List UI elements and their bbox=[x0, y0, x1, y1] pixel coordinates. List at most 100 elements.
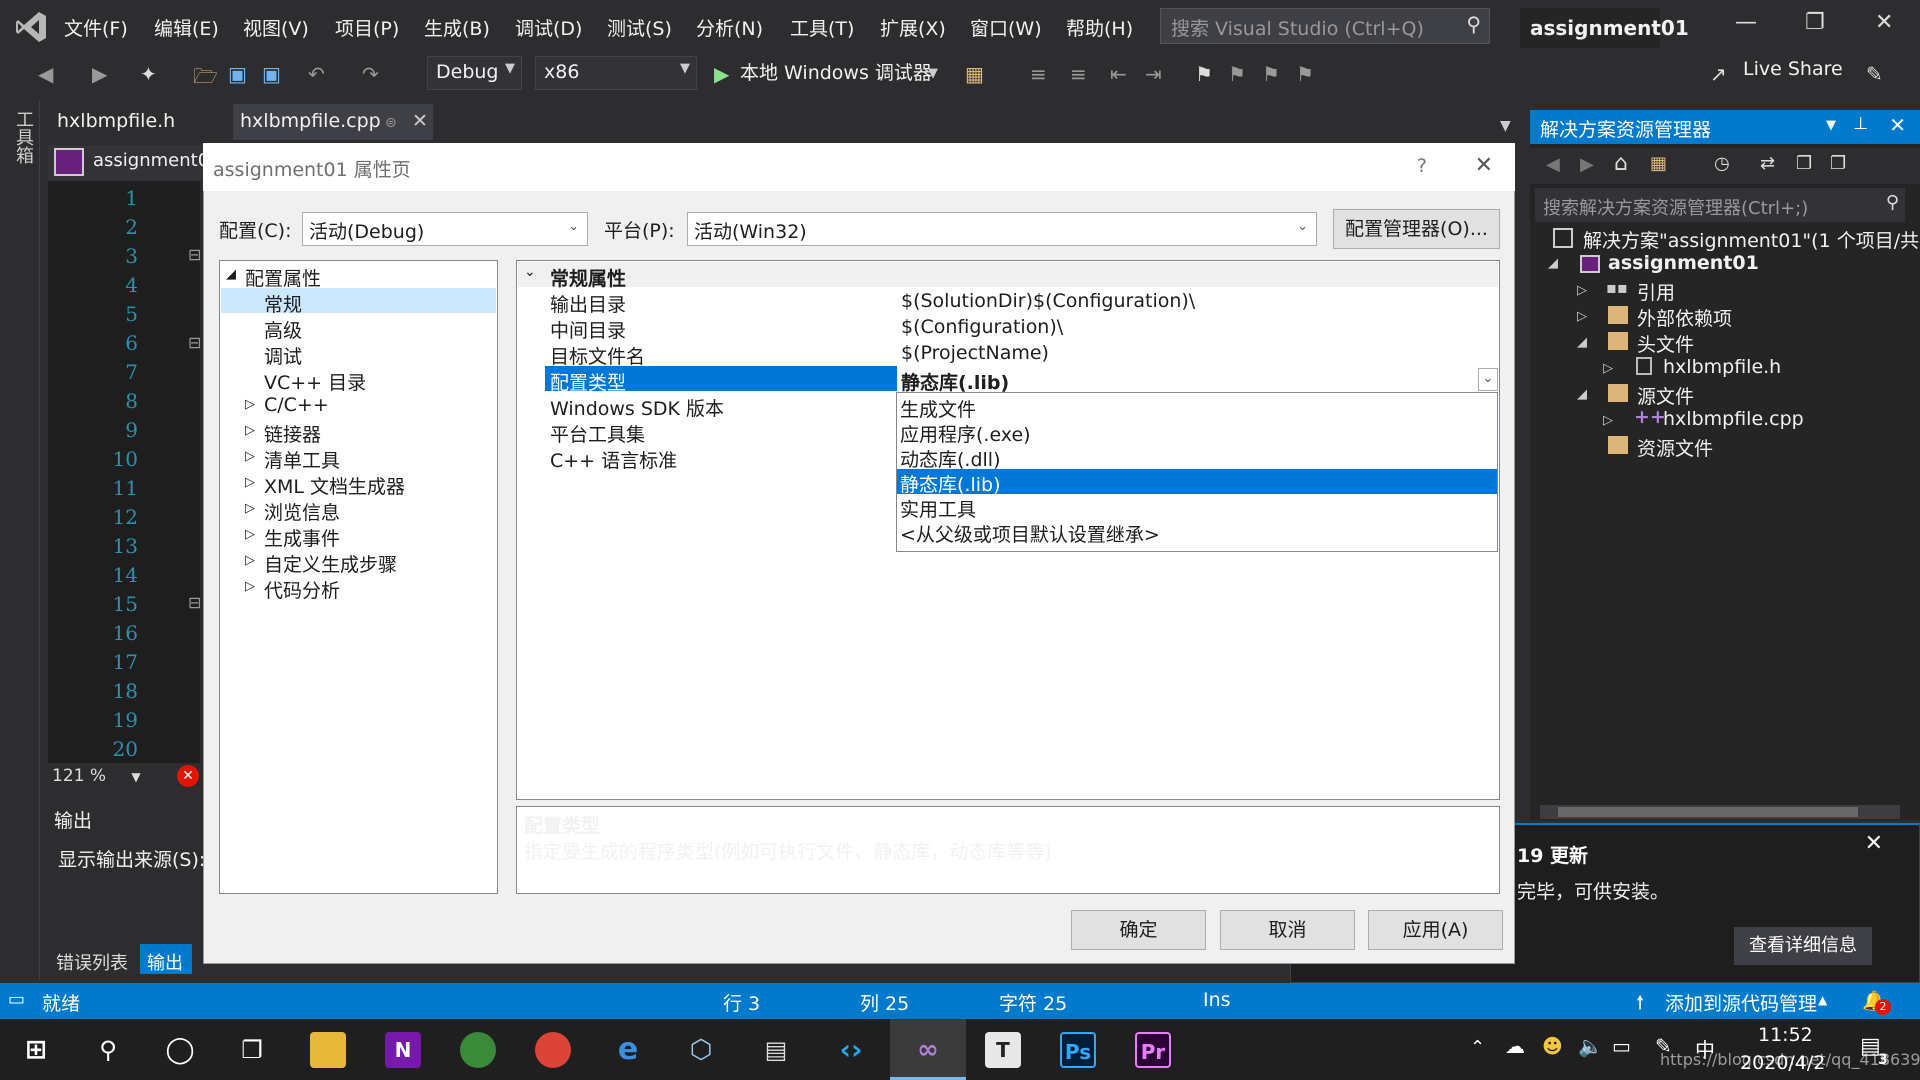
back-icon[interactable]: ◀ bbox=[1546, 154, 1560, 175]
minimize-icon[interactable]: — bbox=[1735, 10, 1757, 35]
tree-root-config-properties[interactable]: 配置属性 bbox=[245, 264, 321, 291]
collapsed-arrow-icon[interactable]: ▷ bbox=[245, 527, 255, 542]
sync-icon[interactable]: ⇄ bbox=[1760, 153, 1775, 174]
next-bookmark-icon[interactable]: ⚑ bbox=[1262, 62, 1280, 86]
forward-icon[interactable]: ▶ bbox=[1580, 154, 1594, 175]
visual-studio-icon[interactable]: ∞ bbox=[910, 1032, 946, 1068]
tree-node-references[interactable]: 引用 bbox=[1637, 278, 1675, 305]
tree-item[interactable]: 清单工具 bbox=[264, 446, 340, 473]
task-view-icon[interactable]: ❐ bbox=[234, 1032, 270, 1068]
start-debug-icon[interactable]: ▶ bbox=[714, 62, 729, 86]
pending-changes-icon[interactable]: ◷ bbox=[1714, 153, 1730, 174]
menu-edit[interactable]: 编辑(E) bbox=[154, 14, 219, 41]
switch-views-icon[interactable]: ▦ bbox=[1650, 153, 1667, 174]
cancel-button[interactable]: 取消 bbox=[1220, 910, 1355, 950]
configuration-select[interactable]: 活动(Debug) ⌄ bbox=[302, 212, 588, 246]
expanded-arrow-icon[interactable]: ◢ bbox=[1577, 387, 1587, 402]
bookmark-icon[interactable]: ⚑ bbox=[1195, 62, 1213, 86]
live-share-label[interactable]: Live Share bbox=[1743, 58, 1843, 80]
tab-output[interactable]: 输出 bbox=[147, 949, 183, 975]
qq-icon[interactable]: ☻ bbox=[1542, 1034, 1563, 1058]
solution-node[interactable]: 解决方案"assignment01"(1 个项目/共 1 bbox=[1583, 226, 1920, 253]
windows-start-icon[interactable]: ⊞ bbox=[18, 1032, 54, 1068]
dropdown-option[interactable]: 应用程序(.exe) bbox=[897, 419, 1497, 446]
home-icon[interactable]: ⌂ bbox=[1614, 151, 1628, 176]
project-node[interactable]: assignment01 bbox=[1608, 252, 1759, 274]
tree-item[interactable]: 生成事件 bbox=[264, 524, 340, 551]
open-folder-icon[interactable]: 🗁 bbox=[193, 62, 218, 96]
vscode-icon[interactable]: ‹› bbox=[833, 1032, 869, 1068]
premiere-icon[interactable]: Pr bbox=[1135, 1032, 1171, 1068]
virtualbox-icon[interactable]: ⬡ bbox=[683, 1032, 719, 1068]
file-explorer-icon[interactable] bbox=[310, 1032, 346, 1068]
property-name[interactable]: 平台工具集 bbox=[550, 420, 645, 447]
close-dialog-icon[interactable]: ✕ bbox=[1475, 153, 1493, 178]
tree-node-source-files[interactable]: 源文件 bbox=[1637, 382, 1694, 409]
cloud-icon[interactable]: ☁ bbox=[1505, 1034, 1525, 1058]
collapsed-arrow-icon[interactable]: ▷ bbox=[1577, 309, 1587, 324]
collapse-all-icon[interactable]: ❐ bbox=[1796, 153, 1812, 174]
property-name[interactable]: C++ 语言标准 bbox=[550, 446, 677, 473]
menu-tools[interactable]: 工具(T) bbox=[790, 14, 854, 41]
tab-overflow-icon[interactable]: ▼ bbox=[1500, 118, 1511, 134]
scrollbar-thumb[interactable] bbox=[1558, 807, 1858, 817]
search-input[interactable]: 搜索 Visual Studio (Ctrl+Q) ⚲ bbox=[1160, 8, 1490, 44]
back-icon[interactable]: ◀ bbox=[38, 62, 53, 86]
property-name[interactable]: 目标文件名 bbox=[550, 342, 645, 369]
chevron-down-icon[interactable]: ▼ bbox=[1826, 118, 1836, 133]
close-panel-icon[interactable]: ✕ bbox=[1889, 113, 1906, 137]
collapsed-arrow-icon[interactable]: ▷ bbox=[1577, 283, 1587, 298]
close-window-icon[interactable]: ✕ bbox=[1875, 10, 1893, 35]
forward-icon[interactable]: ▶ bbox=[92, 62, 107, 86]
dropdown-option[interactable]: 静态库(.lib) bbox=[897, 469, 1497, 496]
photoshop-icon[interactable]: Ps bbox=[1060, 1032, 1096, 1068]
menu-help[interactable]: 帮助(H) bbox=[1066, 14, 1133, 41]
start-debug-label[interactable]: 本地 Windows 调试器 bbox=[740, 58, 932, 85]
close-notification-icon[interactable]: ✕ bbox=[1865, 831, 1883, 856]
dropdown-option[interactable]: 动态库(.dll) bbox=[897, 444, 1497, 471]
redo-icon[interactable]: ↷ bbox=[362, 62, 379, 86]
menu-test[interactable]: 测试(S) bbox=[607, 14, 672, 41]
tree-node-header-files[interactable]: 头文件 bbox=[1637, 330, 1694, 357]
volume-icon[interactable]: 🔈 bbox=[1578, 1034, 1603, 1058]
tree-node-external-deps[interactable]: 外部依赖项 bbox=[1637, 304, 1732, 331]
dropdown-option[interactable]: 生成文件 bbox=[897, 394, 1497, 421]
error-icon[interactable]: ✕ bbox=[177, 765, 199, 787]
tab-hxlbmpfile-h[interactable]: hxlbmpfile.h bbox=[57, 110, 175, 132]
uncomment-icon[interactable]: ≡ bbox=[1070, 62, 1087, 86]
platform-select[interactable]: 活动(Win32) ⌄ bbox=[687, 212, 1317, 246]
toolbox-strip[interactable]: 工具箱 bbox=[0, 100, 40, 980]
property-name[interactable]: 配置类型 bbox=[550, 368, 626, 395]
chrome-icon[interactable] bbox=[535, 1032, 571, 1068]
view-details-button[interactable]: 查看详细信息 bbox=[1734, 927, 1872, 965]
horizontal-scrollbar[interactable] bbox=[1540, 805, 1900, 819]
tree-item[interactable]: C/C++ bbox=[264, 394, 329, 416]
collapsed-arrow-icon[interactable]: ▷ bbox=[245, 475, 255, 490]
dropdown-option[interactable]: <从父级或项目默认设置继承> bbox=[897, 519, 1497, 546]
collapsed-arrow-icon[interactable]: ▷ bbox=[1603, 361, 1613, 376]
menu-analyze[interactable]: 分析(N) bbox=[696, 14, 763, 41]
tree-item[interactable]: 代码分析 bbox=[264, 576, 340, 603]
collapse-icon[interactable]: ⊟ bbox=[188, 245, 201, 264]
property-name[interactable]: Windows SDK 版本 bbox=[550, 394, 724, 421]
cortana-icon[interactable]: ◯ bbox=[162, 1032, 198, 1068]
tree-item[interactable]: 高级 bbox=[264, 316, 302, 343]
battery-icon[interactable]: ▭ bbox=[1612, 1034, 1631, 1058]
ok-button[interactable]: 确定 bbox=[1071, 910, 1206, 950]
typora-icon[interactable]: T bbox=[985, 1032, 1021, 1068]
configuration-combo[interactable]: Debug ▼ bbox=[427, 56, 522, 90]
tree-item[interactable]: 调试 bbox=[264, 342, 302, 369]
tree-node-resource-files[interactable]: 资源文件 bbox=[1637, 434, 1713, 461]
expanded-arrow-icon[interactable]: ◢ bbox=[226, 267, 236, 282]
pin-icon[interactable]: ⊥ bbox=[1853, 114, 1868, 134]
tree-item[interactable]: 常规 bbox=[264, 290, 302, 317]
expanded-arrow-icon[interactable]: ◢ bbox=[1548, 256, 1558, 271]
find-in-files-icon[interactable]: ▦ bbox=[965, 62, 984, 86]
expanded-arrow-icon[interactable]: ◢ bbox=[1577, 335, 1587, 350]
collapsed-arrow-icon[interactable]: ▷ bbox=[245, 501, 255, 516]
edge-icon[interactable]: e bbox=[610, 1032, 646, 1068]
property-name[interactable]: 输出目录 bbox=[550, 290, 626, 317]
configuration-type-dropdown[interactable]: 生成文件 应用程序(.exe) 动态库(.dll) 静态库(.lib) 实用工具 <从父级… bbox=[896, 392, 1498, 552]
save-all-icon[interactable]: ▣ bbox=[262, 62, 281, 86]
property-value[interactable]: $(SolutionDir)$(Configuration)\ bbox=[901, 290, 1195, 312]
